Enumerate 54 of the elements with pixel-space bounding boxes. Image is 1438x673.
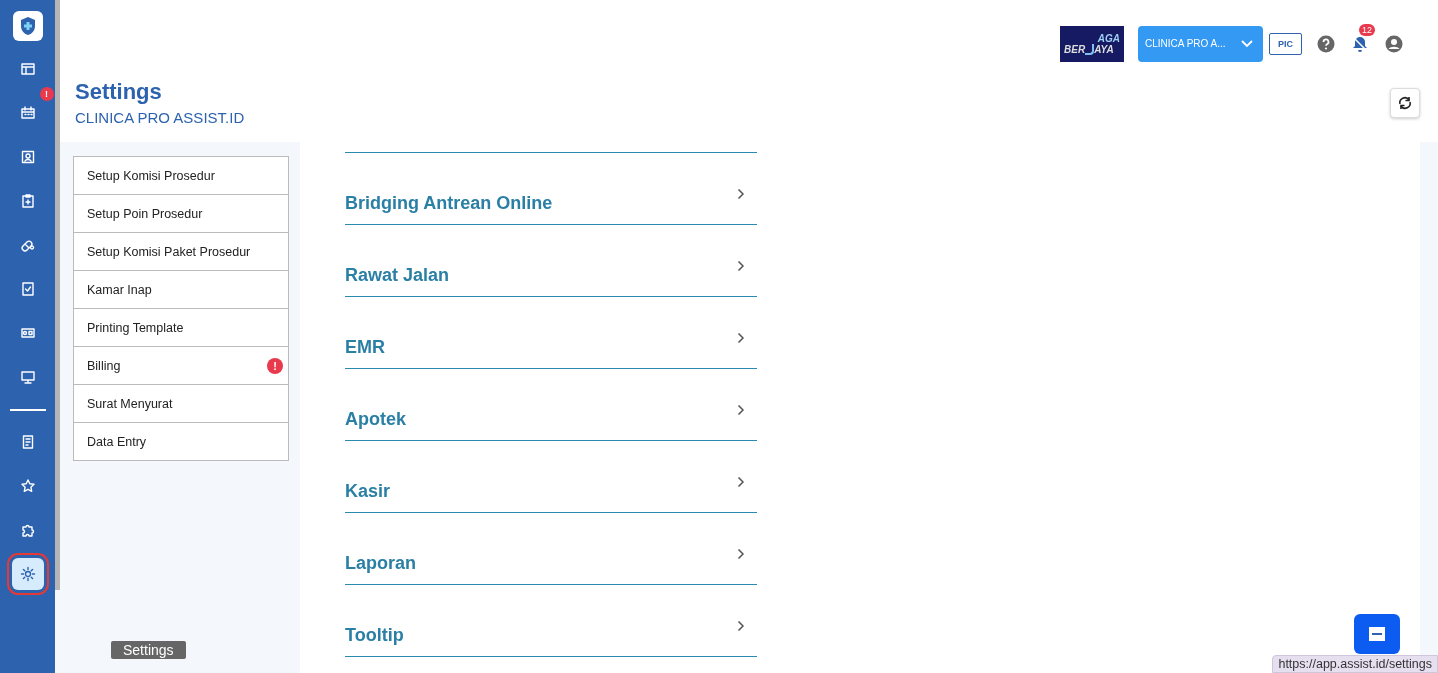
menu-label: Data Entry (87, 434, 147, 449)
menu-item[interactable]: Surat Menyurat (74, 385, 288, 423)
user-icon[interactable] (1384, 33, 1404, 54)
menu-item[interactable]: Billing ! (74, 347, 288, 385)
tooltip: Settings (111, 641, 186, 659)
page-subtitle: CLINICA PRO ASSIST.ID (75, 109, 245, 126)
menu-label: Setup Komisi Prosedur (87, 168, 215, 183)
settings-section[interactable]: Bridging Antrean Online (345, 153, 757, 225)
settings-section[interactable]: Rawat Jalan (345, 225, 757, 297)
section-title: Laporan (345, 553, 416, 574)
menu-item[interactable]: Data Entry (74, 423, 288, 461)
chevron-right-icon (737, 404, 745, 416)
section-title: Rawat Jalan (345, 265, 450, 286)
section-title: Kasir (345, 481, 391, 502)
menu-item[interactable]: Kamar Inap (74, 271, 288, 309)
menu-label: Printing Template (87, 320, 184, 335)
help-icon[interactable] (1316, 33, 1336, 54)
chevron-right-icon (737, 548, 745, 560)
chevron-right-icon (737, 476, 745, 488)
chevron-right-icon (737, 260, 745, 272)
section-title: Apotek (345, 409, 406, 430)
settings-section[interactable]: Kasir (345, 441, 757, 513)
chat-icon (1369, 627, 1385, 641)
settings-section[interactable]: EMR (345, 297, 757, 369)
notification-count: 12 (1359, 23, 1375, 36)
menu-item[interactable]: Setup Komisi Prosedur (74, 157, 288, 195)
chevron-right-icon (737, 188, 745, 200)
menu-label: Kamar Inap (87, 282, 152, 297)
chevron-down-icon (1241, 39, 1253, 48)
refresh-icon (1397, 95, 1413, 111)
status-url: https://app.assist.id/settings (1272, 655, 1438, 673)
menu-label: Surat Menyurat (87, 396, 173, 411)
chevron-right-icon (737, 620, 745, 632)
menu-item[interactable]: Printing Template (74, 309, 288, 347)
alert-badge: ! (267, 357, 283, 374)
menu-label: Setup Poin Prosedur (87, 206, 203, 221)
brand-logo: AGA BER AYA (1060, 25, 1124, 62)
section-title: EMR (345, 337, 385, 358)
app-logo[interactable] (12, 11, 43, 41)
menu-label: Billing (87, 358, 121, 373)
section-title: Tooltip (345, 625, 404, 646)
menu-label: Setup Komisi Paket Prosedur (87, 244, 251, 259)
pic-button[interactable]: PIC (1269, 32, 1302, 55)
chevron-right-icon (737, 332, 745, 344)
alert-badge: ! (39, 87, 54, 101)
section-title: Bridging Antrean Online (345, 193, 553, 214)
menu-item[interactable]: Setup Komisi Paket Prosedur (74, 233, 288, 271)
refresh-button[interactable] (1390, 88, 1420, 118)
settings-section[interactable]: Apotek (345, 369, 757, 441)
settings-section[interactable]: Laporan (345, 513, 757, 585)
chat-button[interactable] (1354, 614, 1400, 654)
menu-item[interactable]: Setup Poin Prosedur (74, 195, 288, 233)
page-title: Settings (75, 79, 163, 105)
settings-section[interactable]: Tooltip (345, 585, 757, 657)
